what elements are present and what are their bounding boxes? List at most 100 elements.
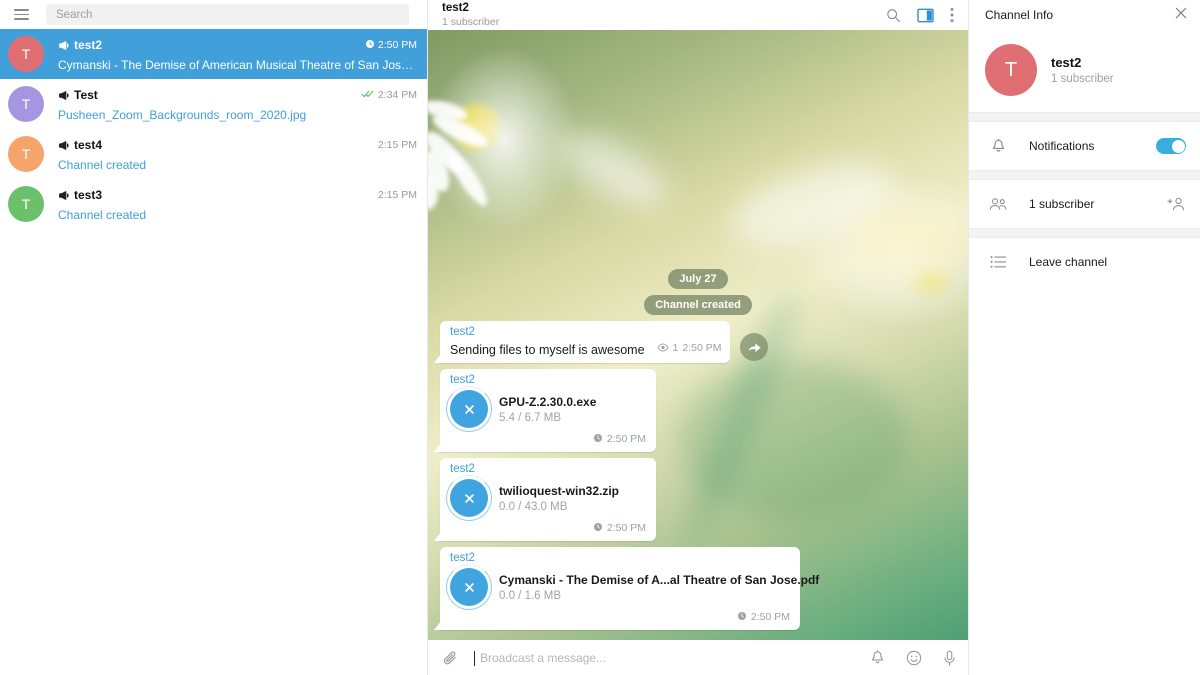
chat-header-titles[interactable]: test2 1 subscriber — [442, 2, 499, 28]
people-icon — [987, 197, 1009, 211]
info-row-leave-channel[interactable]: Leave channel — [969, 238, 1200, 286]
dialog-meta: 2:15 PM — [370, 189, 417, 201]
avatar-letter: T — [22, 46, 31, 62]
avatar: T — [8, 36, 44, 72]
file-info: Cymanski - The Demise of A...al Theatre … — [499, 573, 790, 602]
file-row: GPU-Z.2.30.0.exe 5.4 / 6.7 MB — [450, 390, 646, 428]
info-panel-icon[interactable] — [917, 8, 934, 23]
section-divider — [969, 112, 1200, 122]
composer-actions — [870, 650, 956, 667]
file-message-bubble[interactable]: test2 Cymanski - The Demise of A...al Th… — [440, 547, 800, 630]
file-message-bubble[interactable]: test2 GPU-Z.2.30.0.exe 5.4 / 6.7 MB — [440, 369, 656, 452]
file-footer: 2:50 PM — [450, 519, 646, 537]
cancel-download-icon[interactable] — [450, 568, 488, 606]
dialog-item-test4[interactable]: T test4 2:15 PM Channel created — [0, 129, 427, 179]
service-message-row: Channel created — [440, 295, 956, 315]
dialog-item-test3[interactable]: T test3 2:15 PM Channel created — [0, 179, 427, 229]
profile-subtitle: 1 subscriber — [1051, 73, 1114, 85]
dialog-title: test4 — [74, 138, 102, 152]
file-info: twilioquest-win32.zip 0.0 / 43.0 MB — [499, 484, 619, 513]
channel-info-panel: Channel Info T test2 1 subscriber Notifi… — [968, 0, 1200, 675]
dialog-preview: Cymanski - The Demise of American Musica… — [58, 58, 417, 72]
add-member-icon[interactable] — [1167, 196, 1186, 212]
file-name: twilioquest-win32.zip — [499, 484, 619, 498]
profile-name: test2 — [1051, 55, 1114, 70]
avatar-letter: T — [22, 196, 31, 212]
emoji-icon[interactable] — [906, 650, 922, 666]
message-content: Sending files to myself is awesome 1 2:5… — [450, 339, 721, 358]
bell-icon — [987, 138, 1009, 155]
message-bubble[interactable]: test2 Sending files to myself is awesome… — [440, 321, 730, 363]
avatar: T — [8, 136, 44, 172]
microphone-icon[interactable] — [943, 650, 956, 667]
dialog-time: 2:15 PM — [378, 139, 417, 151]
search-icon[interactable] — [886, 8, 901, 23]
info-row-label: 1 subscriber — [1029, 197, 1094, 211]
close-icon[interactable] — [1174, 6, 1188, 25]
megaphone-icon — [58, 140, 69, 151]
message-input-placeholder: Broadcast a message... — [480, 651, 606, 665]
avatar-letter: T — [1005, 59, 1017, 82]
dialog-meta: 2:50 PM — [357, 36, 417, 54]
dialog-title: test2 — [74, 38, 102, 52]
cancel-download-icon[interactable] — [450, 390, 488, 428]
clock-icon — [737, 608, 747, 626]
more-vertical-icon[interactable] — [950, 7, 954, 23]
file-name: GPU-Z.2.30.0.exe — [499, 395, 596, 409]
search-placeholder: Search — [56, 9, 92, 21]
dialog-title: test3 — [74, 188, 102, 202]
forward-arrow-icon[interactable] — [740, 333, 768, 361]
info-row-notifications[interactable]: Notifications — [969, 122, 1200, 170]
dialog-top-row: test2 2:50 PM — [58, 37, 417, 54]
message-input[interactable]: Broadcast a message... — [474, 651, 858, 666]
section-divider — [969, 170, 1200, 180]
dialog-meta: 2:34 PM — [353, 86, 417, 104]
info-row-label: Notifications — [1029, 139, 1094, 153]
dialog-meta: 2:15 PM — [370, 139, 417, 151]
message-text: Sending files to myself is awesome — [450, 342, 645, 358]
hamburger-icon[interactable] — [8, 2, 34, 28]
file-name: Cymanski - The Demise of A...al Theatre … — [499, 573, 790, 587]
search-input[interactable]: Search — [46, 4, 409, 25]
dialog-item-test[interactable]: T Test 2:34 PM — [0, 79, 427, 129]
dialog-body: test3 2:15 PM Channel created — [58, 187, 417, 222]
message-author: test2 — [450, 374, 646, 386]
dialog-body: Test 2:34 PM Pusheen_Zoom_Backgrounds_ro… — [58, 87, 417, 122]
file-row: Cymanski - The Demise of A...al Theatre … — [450, 568, 790, 606]
profile-names: test2 1 subscriber — [1051, 55, 1114, 85]
notifications-toggle[interactable] — [1156, 138, 1186, 154]
dialog-item-test2[interactable]: T test2 2:50 PM — [0, 29, 427, 79]
file-row: twilioquest-win32.zip 0.0 / 43.0 MB — [450, 479, 646, 517]
paperclip-icon[interactable] — [442, 649, 460, 667]
sidebar-toolbar: Search — [0, 0, 427, 29]
dialogs-sidebar: Search T test2 — [0, 0, 428, 675]
info-row-control — [1167, 196, 1186, 212]
section-divider — [969, 228, 1200, 238]
message-row-file: test2 GPU-Z.2.30.0.exe 5.4 / 6.7 MB — [440, 369, 956, 452]
dialog-preview: Channel created — [58, 208, 417, 222]
chat-column: test2 1 subscriber — [428, 0, 968, 675]
list-icon — [987, 255, 1009, 269]
avatar-letter: T — [22, 146, 31, 162]
dialog-top-row: Test 2:34 PM — [58, 87, 417, 104]
bell-icon[interactable] — [870, 650, 885, 666]
file-size: 5.4 / 6.7 MB — [499, 412, 596, 424]
info-row-subscribers[interactable]: 1 subscriber — [969, 180, 1200, 228]
message-row-file: test2 twilioquest-win32.zip 0.0 / 43.0 M… — [440, 458, 956, 541]
message-time: 2:50 PM — [607, 433, 646, 445]
message-time: 2:50 PM — [607, 522, 646, 534]
date-divider-row: July 27 — [440, 269, 956, 289]
megaphone-icon — [58, 40, 69, 51]
chat-header-actions — [886, 7, 958, 23]
file-message-bubble[interactable]: test2 twilioquest-win32.zip 0.0 / 43.0 M… — [440, 458, 656, 541]
dialog-top-row: test4 2:15 PM — [58, 137, 417, 154]
megaphone-icon — [58, 190, 69, 201]
cancel-download-icon[interactable] — [450, 479, 488, 517]
clock-icon — [365, 36, 375, 54]
clock-icon — [593, 430, 603, 448]
info-panel-header: Channel Info — [969, 0, 1200, 30]
clock-icon — [593, 519, 603, 537]
dialog-preview: Channel created — [58, 158, 417, 172]
avatar-letter: T — [22, 96, 31, 112]
message-meta: 1 2:50 PM — [657, 339, 722, 358]
